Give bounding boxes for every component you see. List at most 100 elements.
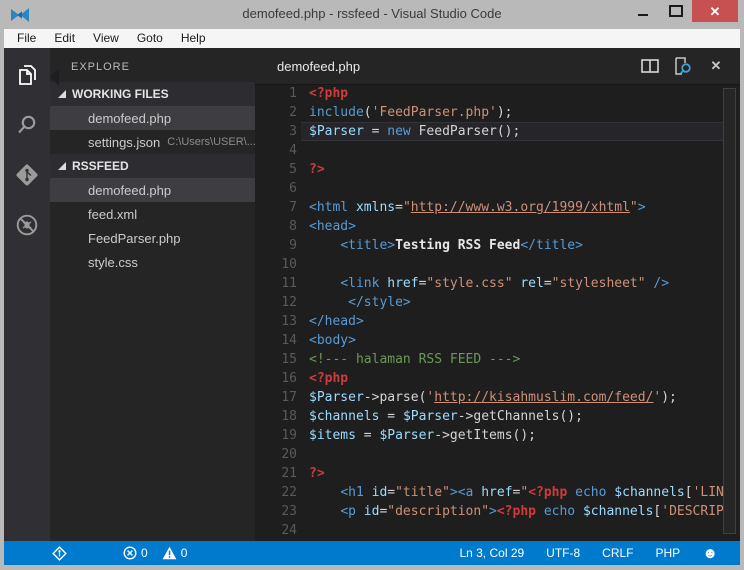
line-content: <!--- halaman RSS FEED --->	[301, 350, 723, 369]
close-icon: ✕	[710, 5, 721, 18]
files-icon[interactable]	[4, 52, 50, 98]
split-editor-icon[interactable]	[640, 57, 660, 75]
menu-item-view[interactable]: View	[84, 29, 128, 48]
code-line-4[interactable]: 4	[255, 141, 723, 160]
git-branch-icon[interactable]	[52, 546, 67, 561]
scrollbar-thumb[interactable]	[723, 88, 736, 534]
code-line-3[interactable]: 3$Parser = new FeedParser();	[255, 122, 723, 141]
code-line-22[interactable]: 22 <h1 id="title"><a href="<?php echo $c…	[255, 483, 723, 502]
line-content: <title>Testing RSS Feed</title>	[301, 236, 723, 255]
status-encoding[interactable]: UTF-8	[546, 546, 580, 560]
status-language[interactable]: PHP	[656, 546, 681, 560]
section-header-rssfeed[interactable]: RSSFEED	[50, 154, 255, 178]
error-count: 0	[141, 546, 148, 560]
code-line-15[interactable]: 15<!--- halaman RSS FEED --->	[255, 350, 723, 369]
code-line-23[interactable]: 23 <p id="description"><?php echo $chann…	[255, 502, 723, 521]
code-line-19[interactable]: 19$items = $Parser->getItems();	[255, 426, 723, 445]
search-icon[interactable]	[4, 102, 50, 148]
code-line-7[interactable]: 7<html xmlns="http://www.w3.org/1999/xht…	[255, 198, 723, 217]
debug-icon[interactable]	[4, 202, 50, 248]
line-number: 14	[255, 331, 301, 350]
preview-icon[interactable]	[673, 57, 693, 75]
line-content: <html xmlns="http://www.w3.org/1999/xhtm…	[301, 198, 723, 217]
warning-status[interactable]: 0	[162, 546, 188, 560]
minimize-button[interactable]	[626, 0, 659, 22]
line-content: ?>	[301, 160, 723, 179]
code-line-1[interactable]: 1<?php	[255, 84, 723, 103]
line-content	[301, 445, 723, 464]
line-content	[301, 141, 723, 160]
editor-title: demofeed.php	[277, 59, 360, 74]
file-item-demofeed.php[interactable]: demofeed.php	[50, 106, 255, 130]
status-eol[interactable]: CRLF	[602, 546, 633, 560]
file-item-feed.xml[interactable]: feed.xml	[50, 202, 255, 226]
maximize-icon	[669, 5, 683, 17]
line-number: 5	[255, 160, 301, 179]
line-number: 8	[255, 217, 301, 236]
file-item-settings.json[interactable]: settings.jsonC:\Users\USER\...	[50, 130, 255, 154]
menu-item-help[interactable]: Help	[172, 29, 215, 48]
line-number: 1	[255, 84, 301, 103]
code-line-18[interactable]: 18$channels = $Parser->getChannels();	[255, 407, 723, 426]
window-title: demofeed.php - rssfeed - Visual Studio C…	[242, 6, 501, 21]
close-editor-icon[interactable]: ✕	[706, 57, 726, 75]
editor-scrollbar[interactable]	[723, 84, 737, 541]
title-bar[interactable]: demofeed.php - rssfeed - Visual Studio C…	[0, 0, 744, 29]
file-name: settings.json	[88, 135, 160, 150]
file-item-style.css[interactable]: style.css	[50, 250, 255, 274]
code-line-21[interactable]: 21?>	[255, 464, 723, 483]
maximize-button[interactable]	[659, 0, 692, 22]
menu-item-file[interactable]: File	[8, 29, 45, 48]
status-left: 0 0	[4, 546, 187, 561]
line-number: 21	[255, 464, 301, 483]
minimize-icon	[638, 14, 648, 16]
menu-item-goto[interactable]: Goto	[128, 29, 172, 48]
line-content: <?php	[301, 369, 723, 388]
code-line-6[interactable]: 6	[255, 179, 723, 198]
line-content	[301, 521, 723, 540]
code-line-5[interactable]: 5?>	[255, 160, 723, 179]
line-content: <h1 id="title"><a href="<?php echo $chan…	[301, 483, 723, 502]
git-icon[interactable]	[4, 152, 50, 198]
code-line-24[interactable]: 24	[255, 521, 723, 540]
code-line-8[interactable]: 8<head>	[255, 217, 723, 236]
line-content: $Parser->parse('http://kisahmuslim.com/f…	[301, 388, 723, 407]
active-viewlet-beak	[50, 68, 59, 86]
status-right: Ln 3, Col 29 UTF-8 CRLF PHP ☻	[459, 546, 740, 561]
file-item-FeedParser.php[interactable]: FeedParser.php	[50, 226, 255, 250]
line-number: 4	[255, 141, 301, 160]
line-content: ?>	[301, 464, 723, 483]
line-number: 11	[255, 274, 301, 293]
file-item-demofeed.php[interactable]: demofeed.php	[50, 178, 255, 202]
line-content: </style>	[301, 293, 723, 312]
code-line-13[interactable]: 13</head>	[255, 312, 723, 331]
file-name: style.css	[88, 255, 138, 270]
twistie-icon	[58, 90, 66, 98]
code-line-11[interactable]: 11 <link href="style.css" rel="styleshee…	[255, 274, 723, 293]
code-line-17[interactable]: 17$Parser->parse('http://kisahmuslim.com…	[255, 388, 723, 407]
code-line-2[interactable]: 2include('FeedParser.php');	[255, 103, 723, 122]
section-label: WORKING FILES	[72, 87, 169, 101]
menu-item-edit[interactable]: Edit	[45, 29, 84, 48]
status-bar: 0 0 Ln 3, Col 29 UTF-8 CRLF PHP ☻	[4, 541, 740, 565]
file-name: demofeed.php	[88, 111, 171, 126]
code-line-20[interactable]: 20	[255, 445, 723, 464]
code-line-10[interactable]: 10	[255, 255, 723, 274]
code-line-14[interactable]: 14<body>	[255, 331, 723, 350]
line-number: 15	[255, 350, 301, 369]
error-icon	[123, 546, 137, 560]
close-button[interactable]: ✕	[692, 0, 738, 22]
error-status[interactable]: 0	[123, 546, 148, 560]
editor-header: demofeed.php ✕	[255, 48, 740, 85]
line-content: <body>	[301, 331, 723, 350]
status-cursor-position[interactable]: Ln 3, Col 29	[459, 546, 524, 560]
code-line-12[interactable]: 12 </style>	[255, 293, 723, 312]
sidebar-sections: WORKING FILES demofeed.php settings.jsonC:…	[50, 82, 255, 274]
code-line-9[interactable]: 9 <title>Testing RSS Feed</title>	[255, 236, 723, 255]
code-area[interactable]: 1<?php2include('FeedParser.php');3$Parse…	[255, 84, 723, 541]
section-header-working-files[interactable]: WORKING FILES	[50, 82, 255, 106]
line-content: <?php	[301, 84, 723, 103]
line-number: 24	[255, 521, 301, 540]
code-line-16[interactable]: 16<?php	[255, 369, 723, 388]
feedback-smiley-icon[interactable]: ☻	[702, 546, 718, 561]
